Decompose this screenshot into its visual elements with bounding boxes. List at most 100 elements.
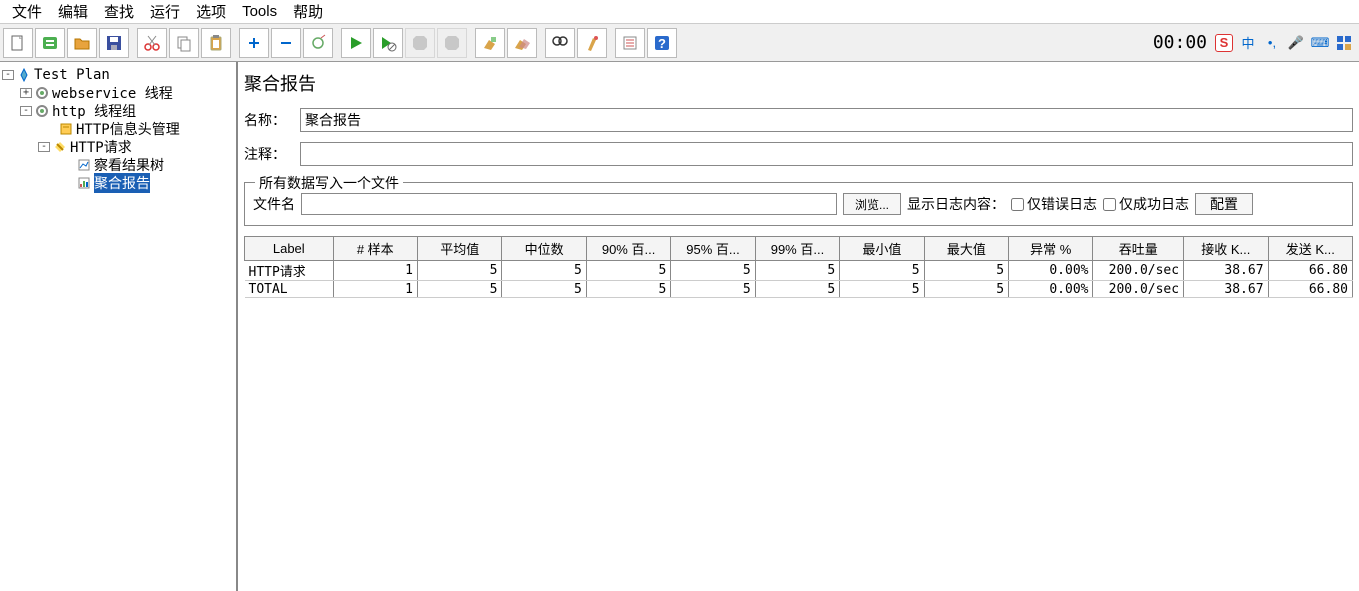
cell-recv: 38.67 xyxy=(1184,281,1268,298)
cell-p95: 5 xyxy=(671,281,755,298)
toggle-icon[interactable] xyxy=(303,28,333,58)
collapse-toggle[interactable]: - xyxy=(20,106,32,116)
menu-options[interactable]: 选项 xyxy=(188,0,234,24)
cut-icon[interactable] xyxy=(137,28,167,58)
table-row[interactable]: HTTP请求 1 5 5 5 5 5 5 5 0.00% 200.0/sec 3… xyxy=(245,261,1353,281)
name-input[interactable] xyxy=(300,108,1353,132)
listener-icon xyxy=(76,157,92,173)
menu-file[interactable]: 文件 xyxy=(4,0,50,24)
col-send[interactable]: 发送 K... xyxy=(1268,237,1352,261)
col-avg[interactable]: 平均值 xyxy=(417,237,501,261)
ime-mic-icon[interactable]: 🎤 xyxy=(1287,34,1305,52)
test-plan-tree[interactable]: - Test Plan + webservice 线程 - http 线程组 H… xyxy=(0,62,238,591)
col-p95[interactable]: 95% 百... xyxy=(671,237,755,261)
open-icon[interactable] xyxy=(67,28,97,58)
paste-icon[interactable] xyxy=(201,28,231,58)
col-max[interactable]: 最大值 xyxy=(924,237,1008,261)
col-label[interactable]: Label xyxy=(245,237,334,261)
tree-node-http-request[interactable]: - HTTP请求 xyxy=(2,138,234,156)
new-file-icon[interactable] xyxy=(3,28,33,58)
table-row[interactable]: TOTAL 1 5 5 5 5 5 5 5 0.00% 200.0/sec 38… xyxy=(245,281,1353,298)
only-success-checkbox[interactable]: 仅成功日志 xyxy=(1103,194,1189,214)
ime-keyboard-icon[interactable]: ⌨ xyxy=(1311,34,1329,52)
cell-p95: 5 xyxy=(671,261,755,281)
col-samples[interactable]: # 样本 xyxy=(333,237,417,261)
listener-icon xyxy=(76,175,92,191)
cell-p90: 5 xyxy=(586,261,670,281)
panel-title: 聚合报告 xyxy=(244,70,1353,96)
menu-edit[interactable]: 编辑 xyxy=(50,0,96,24)
col-p99[interactable]: 99% 百... xyxy=(755,237,839,261)
expand-toggle[interactable]: + xyxy=(20,88,32,98)
col-error[interactable]: 异常 % xyxy=(1009,237,1093,261)
only-error-checkbox[interactable]: 仅错误日志 xyxy=(1011,194,1097,214)
only-error-input[interactable] xyxy=(1011,198,1024,211)
only-success-input[interactable] xyxy=(1103,198,1116,211)
browse-button[interactable]: 浏览... xyxy=(843,193,901,215)
cell-median: 5 xyxy=(502,281,586,298)
tree-root[interactable]: - Test Plan xyxy=(2,66,234,84)
toolbar: ? 00:00 S 中 •, 🎤 ⌨ xyxy=(0,24,1359,62)
col-p90[interactable]: 90% 百... xyxy=(586,237,670,261)
help-icon[interactable]: ? xyxy=(647,28,677,58)
menu-tools[interactable]: Tools xyxy=(234,1,285,22)
ime-grid-icon[interactable] xyxy=(1335,34,1353,52)
function-helper-icon[interactable] xyxy=(615,28,645,58)
cell-samples: 1 xyxy=(333,261,417,281)
start-no-timers-icon[interactable] xyxy=(373,28,403,58)
cell-error: 0.00% xyxy=(1009,281,1093,298)
stop-icon[interactable] xyxy=(405,28,435,58)
copy-icon[interactable] xyxy=(169,28,199,58)
cell-p90: 5 xyxy=(586,281,670,298)
cell-p99: 5 xyxy=(755,261,839,281)
menu-help[interactable]: 帮助 xyxy=(285,0,331,24)
tree-node-label: webservice 线程 xyxy=(52,83,173,103)
cell-samples: 1 xyxy=(333,281,417,298)
config-button[interactable]: 配置 xyxy=(1195,193,1253,215)
cell-avg: 5 xyxy=(417,281,501,298)
results-table[interactable]: Label # 样本 平均值 中位数 90% 百... 95% 百... 99%… xyxy=(244,236,1353,298)
ime-s-icon[interactable]: S xyxy=(1215,34,1233,52)
save-icon[interactable] xyxy=(99,28,129,58)
col-throughput[interactable]: 吞吐量 xyxy=(1093,237,1184,261)
filename-input[interactable] xyxy=(301,193,837,215)
cell-label: HTTP请求 xyxy=(245,261,334,281)
menu-bar: 文件 编辑 查找 运行 选项 Tools 帮助 xyxy=(0,0,1359,24)
tree-node-webservice[interactable]: + webservice 线程 xyxy=(2,84,234,102)
col-median[interactable]: 中位数 xyxy=(502,237,586,261)
tree-node-label: HTTP请求 xyxy=(70,137,132,157)
config-icon xyxy=(58,121,74,137)
templates-icon[interactable] xyxy=(35,28,65,58)
collapse-toggle[interactable]: - xyxy=(38,142,50,152)
reset-search-icon[interactable] xyxy=(577,28,607,58)
menu-run[interactable]: 运行 xyxy=(142,0,188,24)
comment-label: 注释： xyxy=(244,144,300,164)
col-recv[interactable]: 接收 K... xyxy=(1184,237,1268,261)
fieldset-legend: 所有数据写入一个文件 xyxy=(255,173,403,193)
elapsed-timer: 00:00 xyxy=(1153,32,1211,53)
ime-zh-icon[interactable]: 中 xyxy=(1239,34,1257,52)
cell-throughput: 200.0/sec xyxy=(1093,261,1184,281)
cell-p99: 5 xyxy=(755,281,839,298)
search-icon[interactable] xyxy=(545,28,575,58)
col-min[interactable]: 最小值 xyxy=(840,237,924,261)
clear-icon[interactable] xyxy=(475,28,505,58)
shutdown-icon[interactable] xyxy=(437,28,467,58)
comment-input[interactable] xyxy=(300,142,1353,166)
clear-all-icon[interactable] xyxy=(507,28,537,58)
filename-label: 文件名 xyxy=(253,194,295,214)
start-icon[interactable] xyxy=(341,28,371,58)
cell-error: 0.00% xyxy=(1009,261,1093,281)
collapse-icon[interactable] xyxy=(271,28,301,58)
tree-node-view-results[interactable]: 察看结果树 xyxy=(2,156,234,174)
expand-icon[interactable] xyxy=(239,28,269,58)
threadgroup-icon xyxy=(34,103,50,119)
tree-node-header-mgr[interactable]: HTTP信息头管理 xyxy=(2,120,234,138)
tree-node-http-group[interactable]: - http 线程组 xyxy=(2,102,234,120)
tree-node-label: 察看结果树 xyxy=(94,155,164,175)
only-success-label: 仅成功日志 xyxy=(1119,194,1189,214)
ime-punct-icon[interactable]: •, xyxy=(1263,34,1281,52)
menu-search[interactable]: 查找 xyxy=(96,0,142,24)
tree-node-aggregate-report[interactable]: 聚合报告 xyxy=(2,174,234,192)
collapse-toggle[interactable]: - xyxy=(2,70,14,80)
